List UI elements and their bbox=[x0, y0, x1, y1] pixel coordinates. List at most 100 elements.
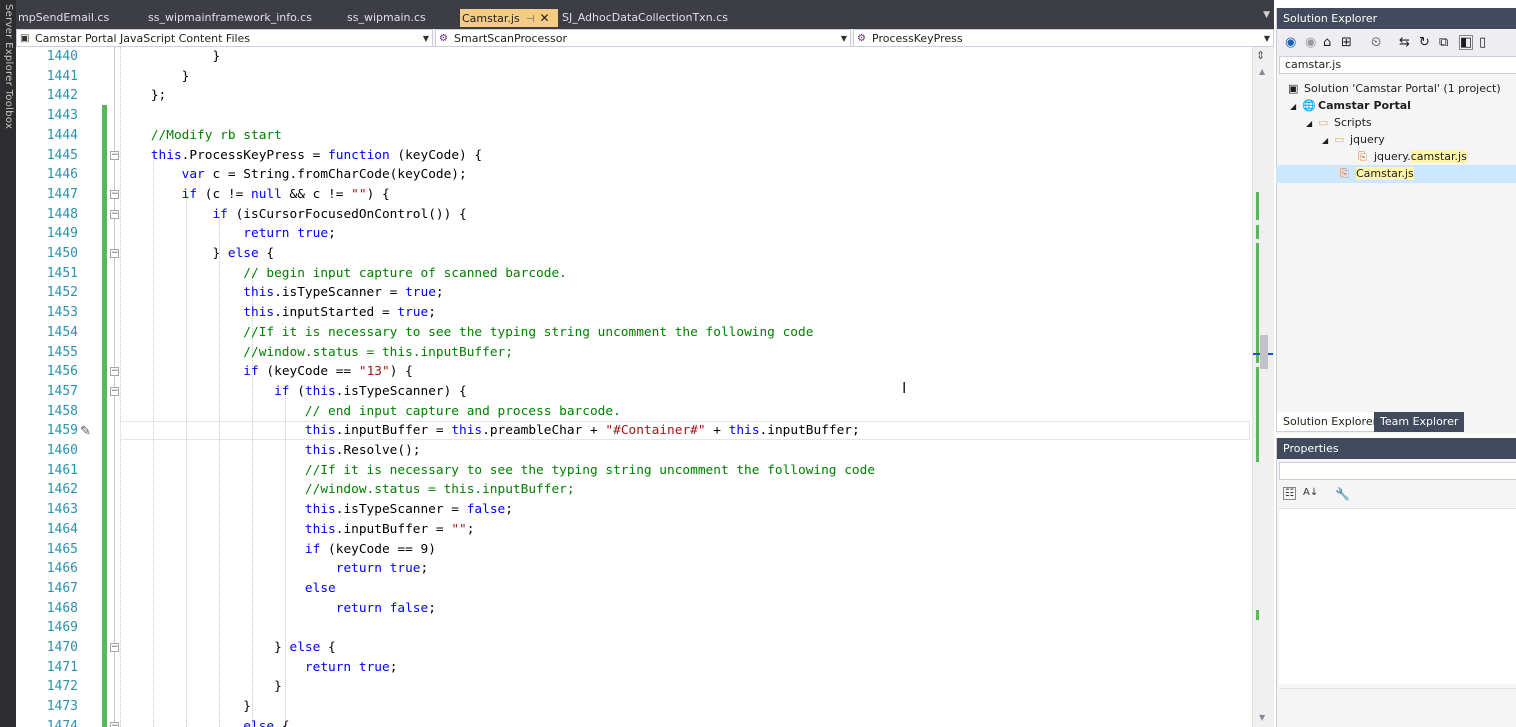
code-line[interactable]: 1461 //If it is necessary to see the typ… bbox=[16, 461, 1256, 481]
collapse-icon[interactable]: − bbox=[110, 209, 119, 219]
tab-solution-explorer[interactable]: Solution Explorer bbox=[1276, 412, 1385, 432]
code-line[interactable]: 1468 return false; bbox=[16, 599, 1256, 619]
type-dropdown[interactable]: ⚙ SmartScanProcessor ▼ bbox=[435, 29, 851, 47]
code-line[interactable]: 1472 } bbox=[16, 677, 1256, 697]
left-strip-label[interactable]: Server Explorer Toolbox bbox=[2, 4, 14, 129]
line-number: 1466 bbox=[46, 561, 78, 577]
alphabetical-icon[interactable]: A↓ bbox=[1303, 487, 1318, 498]
pin-icon[interactable]: ⊣ bbox=[526, 14, 535, 25]
properties-title[interactable]: Properties bbox=[1277, 438, 1516, 459]
code-line[interactable]: 1466 return true; bbox=[16, 559, 1256, 579]
collapse-icon[interactable]: − bbox=[110, 386, 119, 396]
code-line[interactable]: 1462 //window.status = this.inputBuffer; bbox=[16, 480, 1256, 500]
property-pages-icon[interactable]: 🔧 bbox=[1335, 487, 1350, 501]
expanded-arrow-icon[interactable]: ◢ bbox=[1322, 132, 1334, 149]
project-dropdown[interactable]: ▣ Camstar Portal JavaScript Content File… bbox=[16, 29, 433, 47]
code-line[interactable]: 1470 − } else { bbox=[16, 638, 1256, 658]
switch-views-icon[interactable]: ⊞ bbox=[1341, 35, 1352, 50]
code-line[interactable]: 1446 var c = String.fromCharCode(keyCode… bbox=[16, 165, 1256, 185]
tree-folder-scripts[interactable]: ◢ ▭ Scripts bbox=[1306, 114, 1372, 131]
code-text: //window.status = this.inputBuffer; bbox=[243, 344, 513, 360]
collapse-icon[interactable]: − bbox=[110, 249, 119, 258]
code-line[interactable]: 1444 //Modify rb start bbox=[16, 126, 1256, 146]
categorized-icon[interactable]: ☷ bbox=[1283, 487, 1296, 500]
code-line[interactable]: 1471 return true; bbox=[16, 658, 1256, 678]
tab-ss-wipmainframework-info[interactable]: ss_wipmainframework_info.cs bbox=[146, 9, 346, 27]
code-line[interactable]: 1443 bbox=[16, 106, 1256, 126]
code-text: this.ProcessKeyPress = function (keyCode… bbox=[150, 147, 483, 163]
tab-team-explorer[interactable]: Team Explorer bbox=[1374, 412, 1465, 432]
code-editor[interactable]: 1440 } 1441 } 1442 }; 1443 1444 //Modify rb … bbox=[16, 47, 1256, 727]
tab-sj-adhocdatacollectiontxn[interactable]: SJ_AdhocDataCollectionTxn.cs bbox=[560, 9, 760, 27]
close-icon[interactable]: ✕ bbox=[539, 11, 549, 25]
scroll-up-arrow-icon[interactable]: ▲ bbox=[1259, 67, 1265, 76]
collapse-icon[interactable]: − bbox=[110, 150, 119, 160]
code-line[interactable]: 1440 } bbox=[16, 47, 1256, 67]
line-number: 1455 bbox=[46, 344, 78, 360]
collapse-icon[interactable]: − bbox=[110, 721, 119, 727]
code-line[interactable]: 1465 if (keyCode == 9) bbox=[16, 540, 1256, 560]
code-line[interactable]: 1459 this.inputBuffer = this.preambleCha… bbox=[16, 421, 1256, 441]
tree-file-camstar[interactable]: ⎘ Camstar.js bbox=[1340, 165, 1414, 182]
code-line[interactable]: 1458 // end input capture and process ba… bbox=[16, 402, 1256, 422]
left-tool-strip[interactable]: Server Explorer Toolbox bbox=[0, 0, 16, 727]
code-text: // begin input capture of scanned barcod… bbox=[243, 265, 567, 281]
tree-folder-jquery[interactable]: ◢ ▭ jquery bbox=[1322, 131, 1385, 148]
pending-changes-filter-icon[interactable]: ⏲ bbox=[1371, 35, 1381, 50]
code-line[interactable]: 1441 } bbox=[16, 67, 1256, 87]
forward-icon[interactable]: ◉ bbox=[1305, 35, 1316, 50]
quick-action-brush-icon[interactable]: ✎ bbox=[80, 424, 91, 439]
code-line[interactable]: 1467 else bbox=[16, 579, 1256, 599]
code-line[interactable]: 1456 − if (keyCode == "13") { bbox=[16, 362, 1256, 382]
tree-file-jquery-camstar[interactable]: ⎘ jquery.camstar.js bbox=[1358, 148, 1467, 165]
code-line[interactable]: 1455 //window.status = this.inputBuffer; bbox=[16, 343, 1256, 363]
code-line[interactable]: 1452 this.isTypeScanner = true; bbox=[16, 283, 1256, 303]
code-line[interactable]: 1463 this.isTypeScanner = false; bbox=[16, 500, 1256, 520]
code-line[interactable]: 1451 // begin input capture of scanned b… bbox=[16, 264, 1256, 284]
scroll-down-arrow-icon[interactable]: ▼ bbox=[1259, 713, 1265, 722]
member-dropdown[interactable]: ⚙ ProcessKeyPress ▼ bbox=[853, 29, 1274, 47]
code-line[interactable]: 1442 }; bbox=[16, 86, 1256, 106]
code-text: if (c != null && c != "") { bbox=[181, 186, 390, 202]
show-all-files-icon[interactable]: ◧ bbox=[1459, 35, 1474, 50]
code-text: return true; bbox=[304, 659, 398, 675]
split-window-icon[interactable]: ⇕ bbox=[1256, 49, 1265, 62]
property-grid[interactable] bbox=[1279, 508, 1516, 684]
tab-ss-wipmain[interactable]: ss_wipmain.cs bbox=[345, 9, 460, 27]
code-line[interactable]: 1448 − if (isCursorFocusedOnControl()) { bbox=[16, 205, 1256, 225]
tab-camstar-js[interactable]: Camstar.js ⊣ ✕ bbox=[460, 9, 558, 27]
code-line[interactable]: 1469 bbox=[16, 618, 1256, 638]
solution-explorer-title[interactable]: Solution Explorer bbox=[1277, 8, 1516, 29]
refresh-icon[interactable]: ↻ bbox=[1419, 35, 1430, 50]
sync-icon[interactable]: ⇆ bbox=[1399, 35, 1410, 50]
code-line[interactable]: 1474 − else { bbox=[16, 717, 1256, 727]
code-line[interactable]: 1454 //If it is necessary to see the typ… bbox=[16, 323, 1256, 343]
home-icon[interactable]: ⌂ bbox=[1323, 35, 1331, 50]
code-line[interactable]: 1453 this.inputStarted = true; bbox=[16, 303, 1256, 323]
collapse-all-icon[interactable]: ⧉ bbox=[1439, 35, 1448, 50]
tab-mpsendemail[interactable]: mpSendEmail.cs bbox=[16, 9, 146, 27]
expanded-arrow-icon[interactable]: ◢ bbox=[1306, 115, 1318, 132]
tree-project[interactable]: ◢ 🌐 Camstar Portal bbox=[1290, 97, 1411, 114]
collapse-icon[interactable]: − bbox=[110, 643, 119, 652]
collapse-icon[interactable]: − bbox=[110, 189, 119, 199]
code-text: //Modify rb start bbox=[150, 127, 282, 143]
code-line[interactable]: 1445 − this.ProcessKeyPress = function (k… bbox=[16, 146, 1256, 166]
code-line[interactable]: 1449 return true; bbox=[16, 224, 1256, 244]
collapse-icon[interactable]: − bbox=[110, 367, 119, 377]
vertical-scrollbar[interactable]: ⇕ ▲ ▼ bbox=[1252, 47, 1274, 727]
tab-overflow-dropdown-icon[interactable]: ▼ bbox=[1263, 10, 1270, 20]
solution-search-input[interactable]: camstar.js bbox=[1279, 56, 1516, 74]
code-line[interactable]: 1457 − if (this.isTypeScanner) { bbox=[16, 382, 1256, 402]
code-line[interactable]: 1450 − } else { bbox=[16, 244, 1256, 264]
code-line[interactable]: 1464 this.inputBuffer = ""; bbox=[16, 520, 1256, 540]
properties-icon[interactable]: ▯ bbox=[1479, 35, 1486, 50]
code-line[interactable]: 1473 } bbox=[16, 697, 1256, 717]
scrollbar-thumb[interactable] bbox=[1260, 335, 1268, 369]
code-line[interactable]: 1460 this.Resolve(); bbox=[16, 441, 1256, 461]
back-icon[interactable]: ◉ bbox=[1285, 35, 1296, 50]
expanded-arrow-icon[interactable]: ◢ bbox=[1290, 98, 1302, 115]
code-line[interactable]: 1447 − if (c != null && c != "") { bbox=[16, 185, 1256, 205]
properties-object-selector[interactable] bbox=[1279, 462, 1516, 480]
tree-solution[interactable]: ▣ Solution 'Camstar Portal' (1 project) bbox=[1288, 80, 1501, 97]
